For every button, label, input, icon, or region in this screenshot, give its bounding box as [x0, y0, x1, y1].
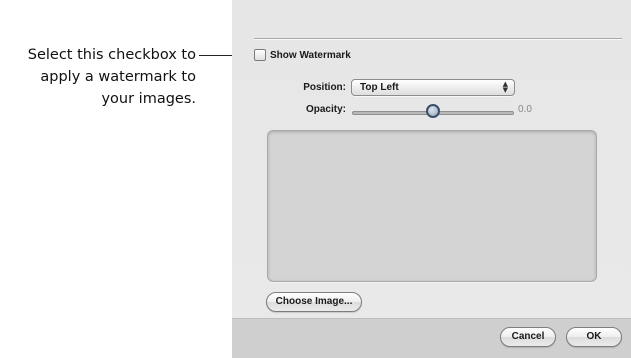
- callout-line-2: apply a watermark to: [40, 69, 196, 85]
- callout-line-3: your images.: [101, 91, 196, 107]
- watermark-image-well[interactable]: [267, 130, 597, 282]
- position-popup-value: Top Left: [360, 82, 399, 93]
- show-watermark-checkbox[interactable]: [254, 49, 266, 61]
- documentation-figure: Select this checkbox to apply a watermar…: [0, 0, 631, 358]
- choose-image-button[interactable]: Choose Image...: [266, 292, 362, 312]
- watermark-dialog: Show Watermark Position: Top Left ▲ ▼ Opa…: [232, 0, 631, 358]
- callout-text: Select this checkbox to apply a watermar…: [0, 44, 196, 110]
- position-popup[interactable]: Top Left ▲ ▼: [351, 79, 515, 96]
- position-label: Position:: [303, 82, 346, 93]
- show-watermark-row[interactable]: Show Watermark: [254, 49, 351, 61]
- opacity-slider-knob[interactable]: [426, 104, 440, 118]
- show-watermark-label[interactable]: Show Watermark: [270, 50, 351, 61]
- ok-button[interactable]: OK: [566, 327, 622, 347]
- cancel-button[interactable]: Cancel: [500, 327, 556, 347]
- opacity-label: Opacity:: [305, 104, 346, 115]
- callout-line-1: Select this checkbox to: [27, 47, 196, 63]
- up-down-arrows-icon: ▲ ▼: [502, 80, 508, 94]
- separator: [254, 38, 622, 40]
- opacity-value: 0.0: [518, 104, 532, 115]
